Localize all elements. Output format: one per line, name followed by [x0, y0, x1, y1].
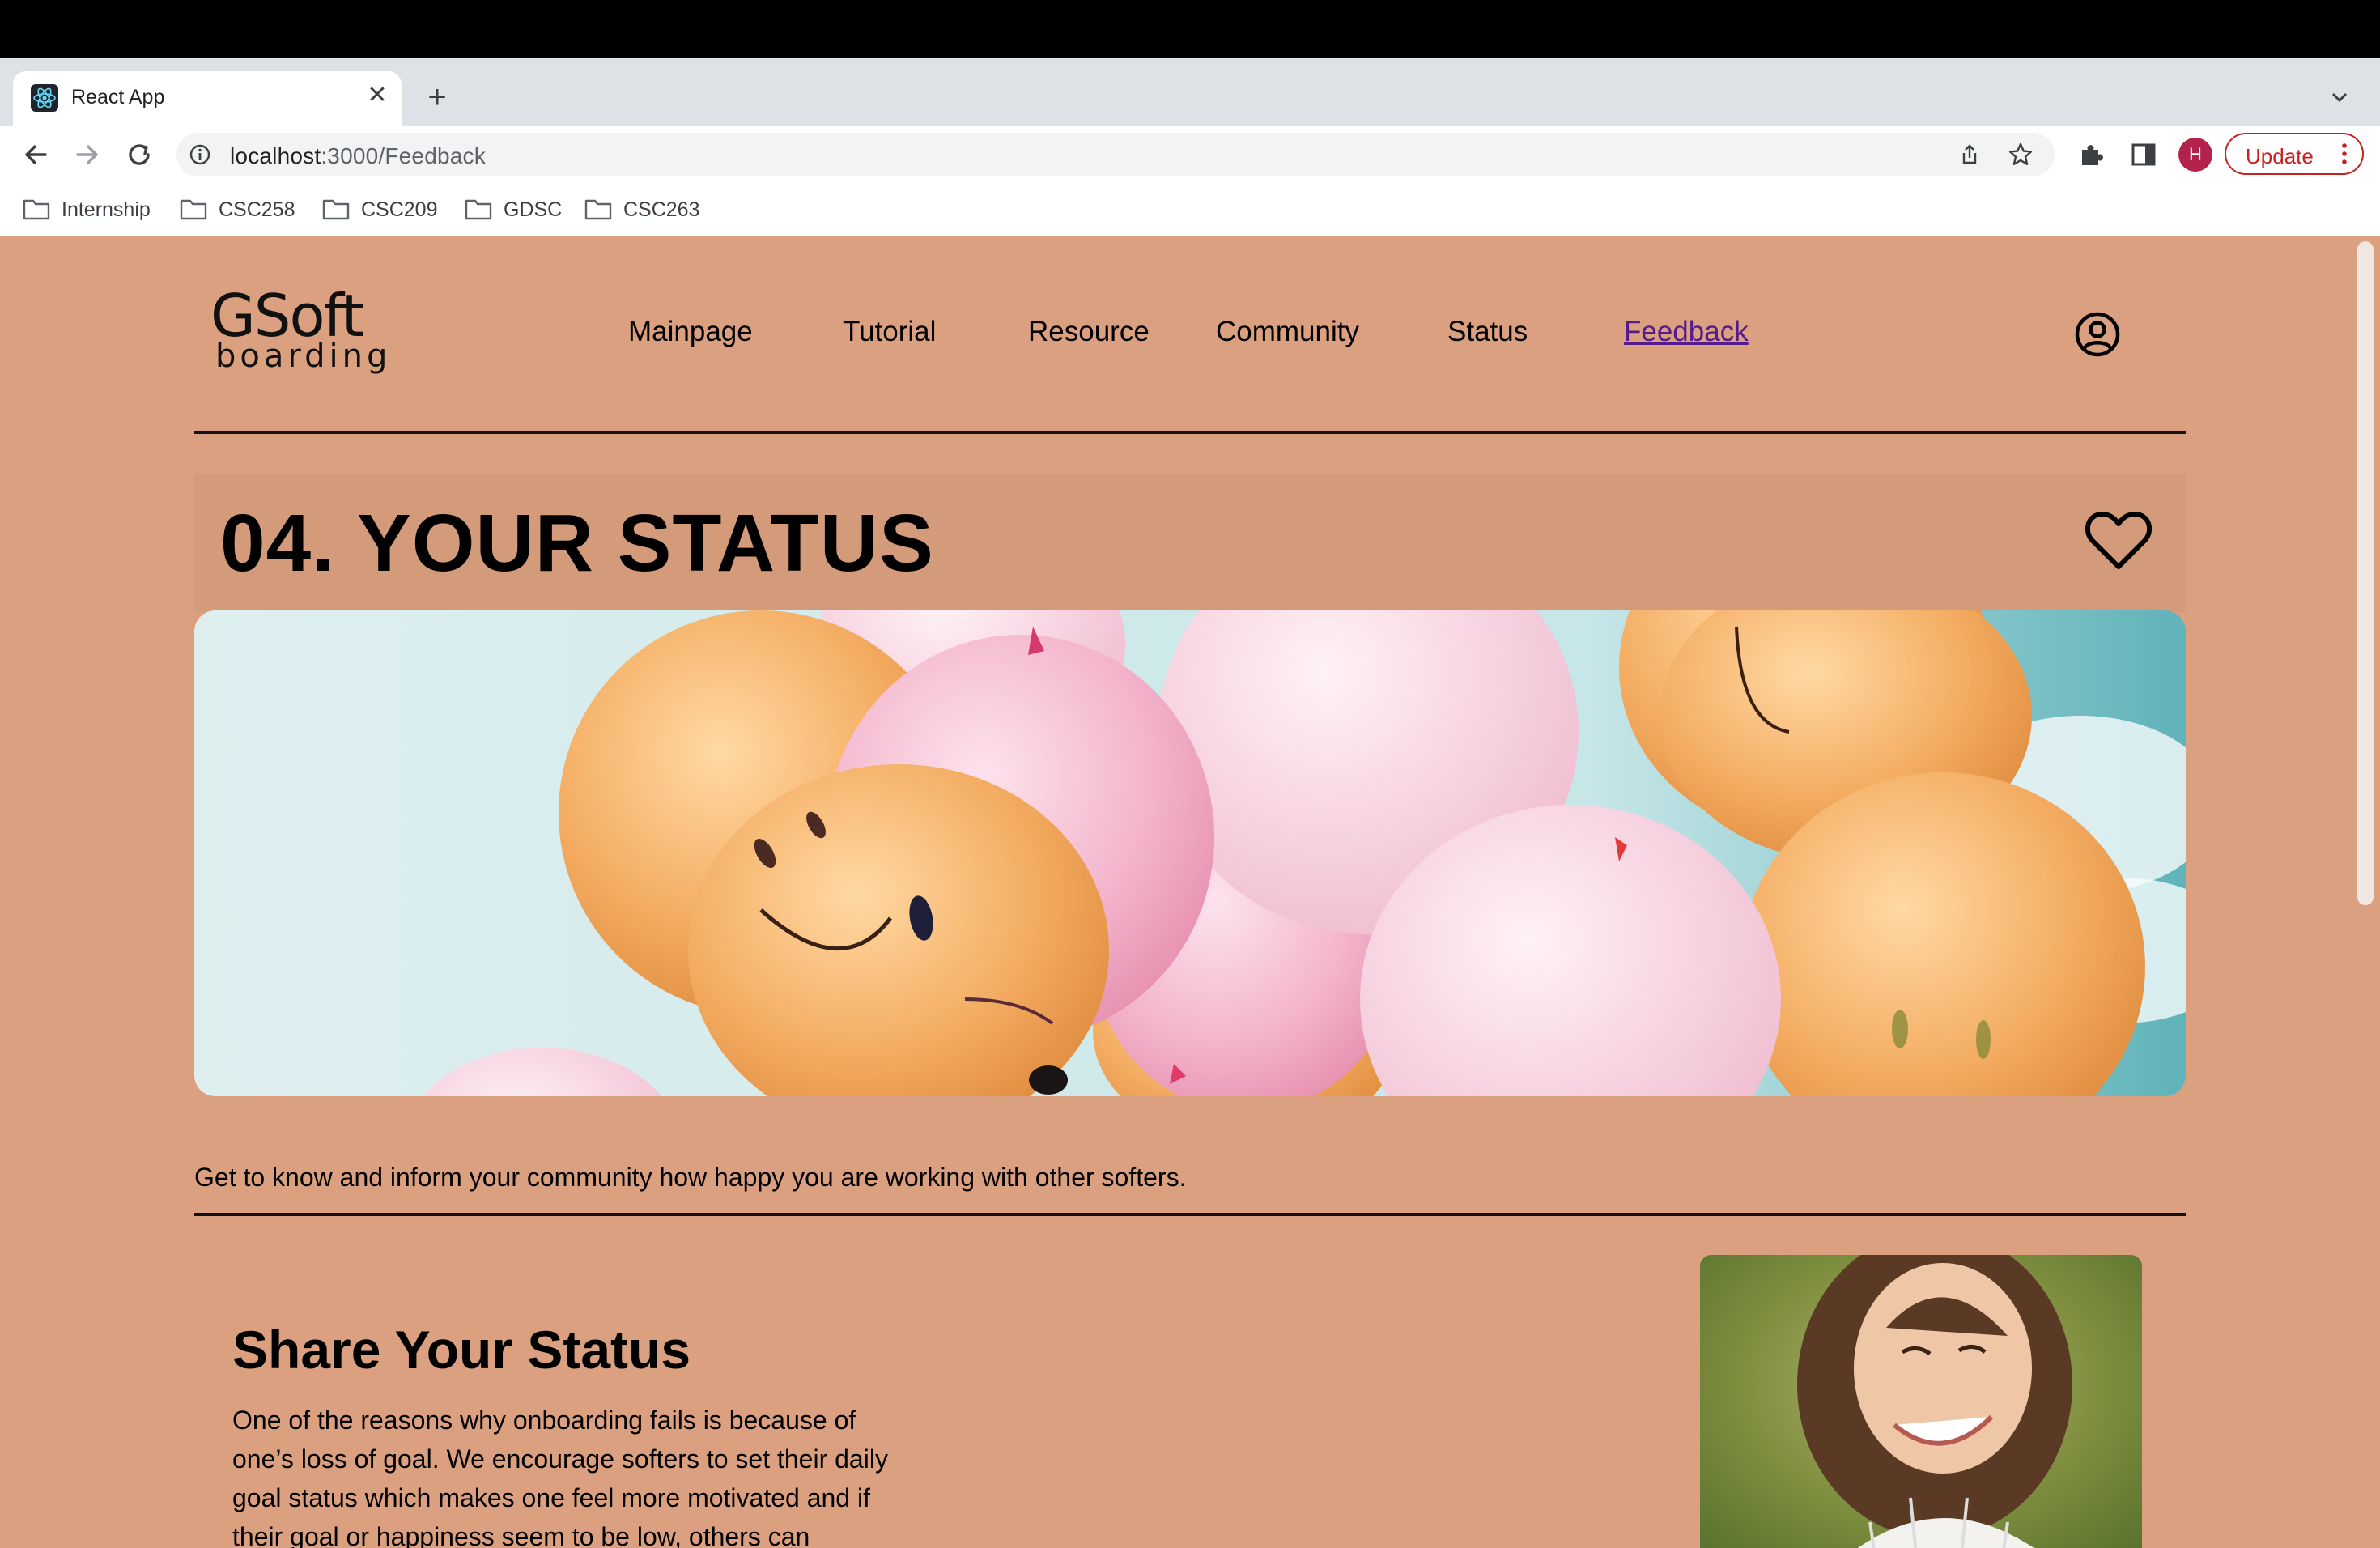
os-menu-bar: [0, 0, 2380, 58]
more-vertical-icon: [2340, 141, 2349, 167]
heart-icon[interactable]: [2084, 508, 2153, 573]
scrollbar-thumb[interactable]: [2357, 241, 2374, 905]
bookmark-label: CSC258: [219, 198, 295, 221]
bookmark-label: GDSC: [504, 198, 563, 221]
folder-icon: [322, 198, 350, 220]
forward-arrow-icon[interactable]: [70, 137, 105, 172]
smiley-balloons-banner-image: [194, 610, 2186, 1096]
nav-community[interactable]: Community: [1216, 316, 1359, 348]
folder-icon: [584, 198, 612, 220]
page-viewport: GSoft boarding Mainpage Tutorial Resourc…: [0, 236, 2380, 1548]
chevron-down-icon[interactable]: [2323, 81, 2356, 113]
folder-icon: [23, 198, 50, 220]
nav-tutorial[interactable]: Tutorial: [843, 316, 936, 348]
tab-strip: React App ✕: [0, 58, 2380, 126]
section-tagline: Get to know and inform your community ho…: [194, 1163, 1187, 1192]
side-panel-icon[interactable]: [2129, 140, 2158, 169]
bookmarks-bar: Internship CSC258 CSC209 GDSC CSC263: [0, 183, 2380, 236]
close-tab-icon[interactable]: ✕: [363, 81, 392, 110]
user-account-icon[interactable]: [2074, 311, 2121, 358]
site-info-icon[interactable]: [188, 142, 212, 167]
browser-toolbar: localhost:3000/Feedback H Update: [0, 126, 2380, 183]
bookmark-label: CSC263: [623, 198, 700, 221]
url-host: localhost: [230, 143, 321, 168]
new-tab-icon[interactable]: +: [421, 81, 453, 113]
url-path: :3000/Feedback: [321, 143, 486, 168]
reload-icon[interactable]: [121, 137, 157, 172]
folder-icon: [180, 198, 207, 220]
nav-resource[interactable]: Resource: [1028, 316, 1150, 348]
back-arrow-icon[interactable]: [18, 137, 53, 172]
url-text: localhost:3000/Feedback: [230, 143, 486, 169]
profile-avatar[interactable]: H: [2178, 138, 2212, 172]
header-divider: [194, 431, 2186, 434]
nav-mainpage[interactable]: Mainpage: [628, 316, 753, 348]
bookmark-star-icon[interactable]: [2008, 142, 2034, 168]
share-status-description: One of the reasons why onboarding fails …: [232, 1406, 888, 1548]
browser-tab[interactable]: React App ✕: [13, 71, 402, 126]
logo-subtitle: boarding: [215, 338, 392, 375]
extensions-puzzle-icon[interactable]: [2077, 140, 2106, 169]
content-divider: [194, 1213, 2186, 1216]
bookmark-label: Internship: [62, 198, 151, 221]
smiling-woman-photo: [1700, 1255, 2142, 1548]
update-button[interactable]: Update: [2225, 133, 2364, 175]
section-header: 04. YOUR STATUS: [194, 474, 2186, 612]
tab-title: React App: [71, 86, 165, 108]
folder-icon: [465, 198, 492, 220]
gsoft-logo[interactable]: GSoft boarding: [210, 285, 389, 382]
update-label: Update: [2246, 144, 2314, 168]
nav-feedback[interactable]: Feedback: [1624, 316, 1749, 348]
nav-status[interactable]: Status: [1447, 316, 1528, 348]
address-bar[interactable]: localhost:3000/Feedback: [176, 133, 2055, 176]
react-favicon-icon: [31, 84, 58, 112]
page-title: 04. YOUR STATUS: [220, 498, 934, 589]
bookmark-label: CSC209: [361, 198, 438, 221]
share-status-heading: Share Your Status: [232, 1319, 691, 1380]
share-icon[interactable]: [1957, 142, 1982, 167]
